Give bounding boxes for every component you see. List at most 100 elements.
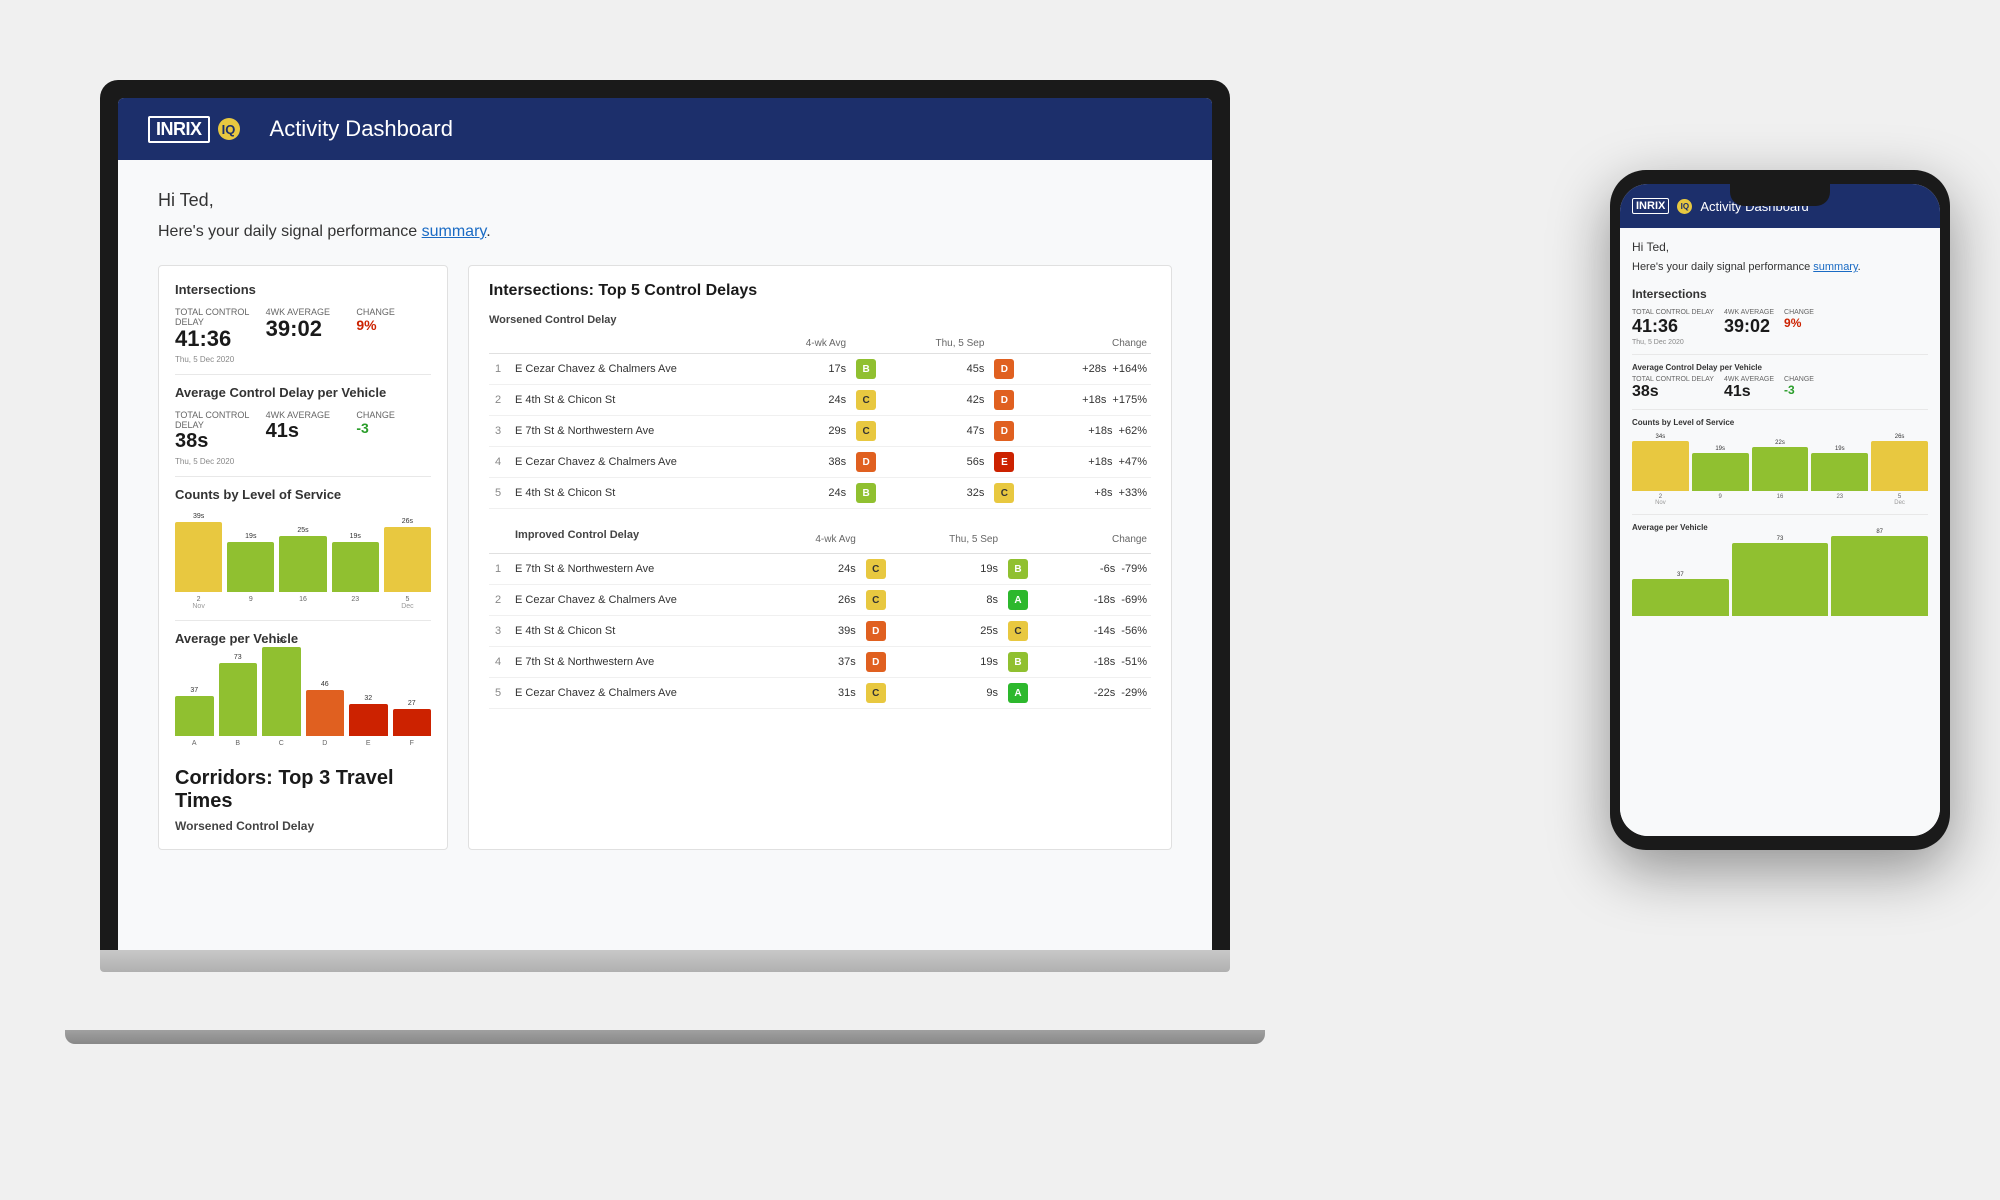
row-cur-val: 45s <box>899 354 989 385</box>
phone-avg-bar-chart: 37 73 87 <box>1632 536 1928 616</box>
grade-badge: B <box>856 483 876 503</box>
row-avg-grade: C <box>850 416 899 447</box>
avg-bar-val-C <box>262 647 301 736</box>
phone-avg-pv: 4wk Average 41s <box>1724 376 1774 401</box>
axis-2: 9 <box>227 596 274 603</box>
bar-group-4: 19s <box>332 533 379 592</box>
corridors-worsened-label: Worsened Control Delay <box>175 819 431 833</box>
row-cur-grade: D <box>988 354 1037 385</box>
row-num: 3 <box>489 616 509 647</box>
phone-bar-2: 19s <box>1692 446 1749 491</box>
row-avg-val: 24s <box>773 478 850 509</box>
ih-4wk: 4-wk Avg <box>781 525 860 554</box>
grade-badge: C <box>866 683 886 703</box>
phone-logo-text: INRIX <box>1632 198 1669 214</box>
laptop-body: INRIX IQ Activity Dashboard Hi Ted, Here… <box>100 80 1230 1030</box>
change-block: Change 9% <box>356 307 431 351</box>
bar-group-3: 25s <box>279 527 326 592</box>
grade-badge: E <box>994 452 1014 472</box>
summary-link[interactable]: summary <box>422 223 487 240</box>
phone-total-pv-label: Total Control Delay <box>1632 376 1714 383</box>
phone: INRIX IQ Activity Dashboard Hi Ted, Here… <box>1610 170 1950 850</box>
phone-summary-prefix: Here's your daily signal performance <box>1632 261 1813 273</box>
avg-bar-A: 37 <box>175 687 214 736</box>
avg-bar-label-B: 73 <box>234 654 242 661</box>
avg-bar-val-A <box>175 696 214 736</box>
row-avg-val: 17s <box>773 354 850 385</box>
row-cur-grade: B <box>1002 647 1052 678</box>
logo-iq: IQ <box>218 118 240 140</box>
app-header: INRIX IQ Activity Dashboard <box>118 98 1212 160</box>
corridors-title: Corridors: Top 3 Travel Times <box>175 767 431 813</box>
row-avg-val: 24s <box>781 554 860 585</box>
dashboard-grid: Intersections Total Control Delay 41:36 … <box>158 265 1172 850</box>
avg-axis-labels: A B C D E F <box>175 740 431 747</box>
bar-group-2: 19s <box>227 533 274 592</box>
row-avg-grade: D <box>860 616 910 647</box>
th-grade2 <box>988 334 1037 354</box>
phone-avg-weekly: 4wk Average 39:02 <box>1724 309 1774 337</box>
bar-5 <box>384 527 431 592</box>
divider-3 <box>175 620 431 621</box>
worsened-table-section: Worsened Control Delay 4-wk Avg <box>489 314 1151 509</box>
row-name: E 7th St & Northwestern Ave <box>509 416 773 447</box>
avg-axis-E: E <box>349 740 388 747</box>
avg-vehicle-chart-section: Average per Vehicle 37 73 <box>175 631 431 747</box>
row-cur-val: 8s <box>910 585 1002 616</box>
avg-vehicle-bar-chart: 37 73 89 <box>175 656 431 736</box>
phone-bar-1: 34s <box>1632 434 1689 491</box>
row-avg-grade: C <box>860 585 910 616</box>
phone-summary-link[interactable]: summary <box>1813 261 1857 273</box>
axis-3: 16 <box>279 596 326 603</box>
avg-bar-label-F: 27 <box>408 700 416 707</box>
row-change: +18s +175% <box>1037 385 1151 416</box>
counts-bar-chart: 39s 19s 25s <box>175 512 431 592</box>
row-num: 3 <box>489 416 509 447</box>
row-cur-grade: C <box>1002 616 1052 647</box>
avg-bar-E: 32 <box>349 695 388 736</box>
grade-badge: C <box>866 559 886 579</box>
phone-screen: INRIX IQ Activity Dashboard Hi Ted, Here… <box>1620 184 1940 836</box>
worsened-table: 4-wk Avg Thu, 5 Sep Change <box>489 334 1151 509</box>
phone-summary: Here's your daily signal performance sum… <box>1632 260 1928 275</box>
table-row: 3 E 7th St & Northwestern Ave 29s C 47s … <box>489 416 1151 447</box>
laptop-base <box>100 950 1230 972</box>
total-per-vehicle: Total Control Delay 38s <box>175 410 250 453</box>
row-name: E Cezar Chavez & Chalmers Ave <box>509 447 773 478</box>
axis-group-empty1 <box>227 603 274 610</box>
total-control-delay: Total Control Delay 41:36 <box>175 307 250 351</box>
row-name: E 4th St & Chicon St <box>509 616 781 647</box>
bar-label-5: 26s <box>402 518 413 525</box>
axis-group-nov: Nov <box>175 603 222 610</box>
grade-badge: C <box>856 421 876 441</box>
row-cur-val: 47s <box>899 416 989 447</box>
total-delay-value: 41:36 <box>175 327 250 351</box>
bar-group-1: 39s <box>175 513 222 592</box>
bar-group-5: 26s <box>384 518 431 592</box>
phone-total-value: 41:36 <box>1632 316 1714 337</box>
summary-line: Here's your daily signal performance sum… <box>158 223 1172 241</box>
table-row: 5 E Cezar Chavez & Chalmers Ave 31s C 9s… <box>489 678 1151 709</box>
phone-date1: Thu, 5 Dec 2020 <box>1632 339 1928 346</box>
row-num: 2 <box>489 585 509 616</box>
row-avg-val: 31s <box>781 678 860 709</box>
panel-title: Intersections: Top 5 Control Delays <box>489 282 1151 300</box>
row-num: 2 <box>489 385 509 416</box>
avg-bar-B: 73 <box>219 654 258 736</box>
laptop: INRIX IQ Activity Dashboard Hi Ted, Here… <box>100 80 1230 1130</box>
change-pv-value: -3 <box>356 420 431 436</box>
ih-date: Thu, 5 Sep <box>910 525 1002 554</box>
counts-chart-section: Counts by Level of Service 39s 19s <box>175 487 431 610</box>
row-cur-grade: D <box>988 416 1037 447</box>
avg-per-vehicle-title: Average Control Delay per Vehicle <box>175 385 431 400</box>
table-row: 5 E 4th St & Chicon St 24s B 32s C +8s +… <box>489 478 1151 509</box>
row-avg-val: 26s <box>781 585 860 616</box>
improved-header-table: Improved Control Delay 4-wk Avg Thu, 5 S… <box>489 525 1151 709</box>
table-row: 3 E 4th St & Chicon St 39s D 25s C -14s … <box>489 616 1151 647</box>
avg-axis-B: B <box>219 740 258 747</box>
phone-divider-2 <box>1632 409 1928 410</box>
row-num: 1 <box>489 354 509 385</box>
corridors-section: Corridors: Top 3 Travel Times Worsened C… <box>175 767 431 833</box>
row-avg-val: 38s <box>773 447 850 478</box>
grade-badge: B <box>1008 559 1028 579</box>
